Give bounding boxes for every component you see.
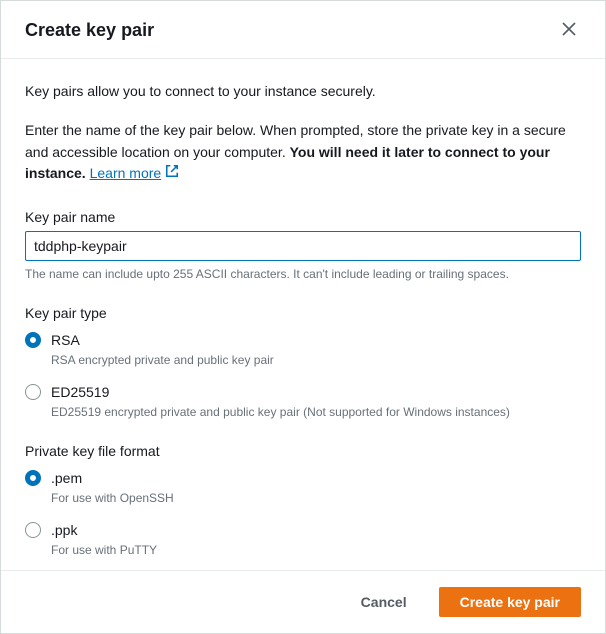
file-format-section: Private key file format .pem For use wit…	[25, 443, 581, 557]
radio-description: For use with PuTTY	[51, 543, 157, 557]
radio-icon	[25, 522, 41, 538]
radio-label: ED25519	[51, 383, 510, 402]
modal-header: Create key pair	[1, 1, 605, 59]
external-link-icon	[165, 163, 179, 185]
modal-footer: Cancel Create key pair	[1, 570, 605, 633]
create-key-pair-button[interactable]: Create key pair	[439, 587, 581, 617]
radio-label: RSA	[51, 331, 274, 350]
intro-text: Key pairs allow you to connect to your i…	[25, 81, 581, 102]
key-pair-type-label: Key pair type	[25, 305, 581, 321]
cancel-button[interactable]: Cancel	[341, 588, 427, 616]
radio-label: .ppk	[51, 521, 157, 540]
key-pair-name-field: Key pair name The name can include upto …	[25, 209, 581, 281]
close-icon	[561, 21, 577, 40]
learn-more-label: Learn more	[90, 163, 162, 185]
radio-icon	[25, 384, 41, 400]
description-text: Enter the name of the key pair below. Wh…	[25, 120, 581, 185]
key-pair-type-section: Key pair type RSA RSA encrypted private …	[25, 305, 581, 419]
radio-option-ppk[interactable]: .ppk For use with PuTTY	[25, 521, 581, 557]
radio-description: RSA encrypted private and public key pai…	[51, 353, 274, 367]
radio-option-pem[interactable]: .pem For use with OpenSSH	[25, 469, 581, 505]
close-button[interactable]	[557, 17, 581, 44]
file-format-group: .pem For use with OpenSSH .ppk For use w…	[25, 469, 581, 557]
key-pair-name-helper: The name can include upto 255 ASCII char…	[25, 267, 581, 281]
create-key-pair-modal: Create key pair Key pairs allow you to c…	[0, 0, 606, 634]
radio-description: For use with OpenSSH	[51, 491, 174, 505]
key-pair-type-group: RSA RSA encrypted private and public key…	[25, 331, 581, 419]
modal-title: Create key pair	[25, 20, 154, 41]
key-pair-name-label: Key pair name	[25, 209, 581, 225]
file-format-label: Private key file format	[25, 443, 581, 459]
modal-body: Key pairs allow you to connect to your i…	[1, 59, 605, 570]
radio-icon	[25, 332, 41, 348]
radio-description: ED25519 encrypted private and public key…	[51, 405, 510, 419]
radio-label: .pem	[51, 469, 174, 488]
key-pair-name-input[interactable]	[25, 231, 581, 261]
learn-more-link[interactable]: Learn more	[90, 163, 180, 185]
radio-option-ed25519[interactable]: ED25519 ED25519 encrypted private and pu…	[25, 383, 581, 419]
radio-option-rsa[interactable]: RSA RSA encrypted private and public key…	[25, 331, 581, 367]
radio-icon	[25, 470, 41, 486]
